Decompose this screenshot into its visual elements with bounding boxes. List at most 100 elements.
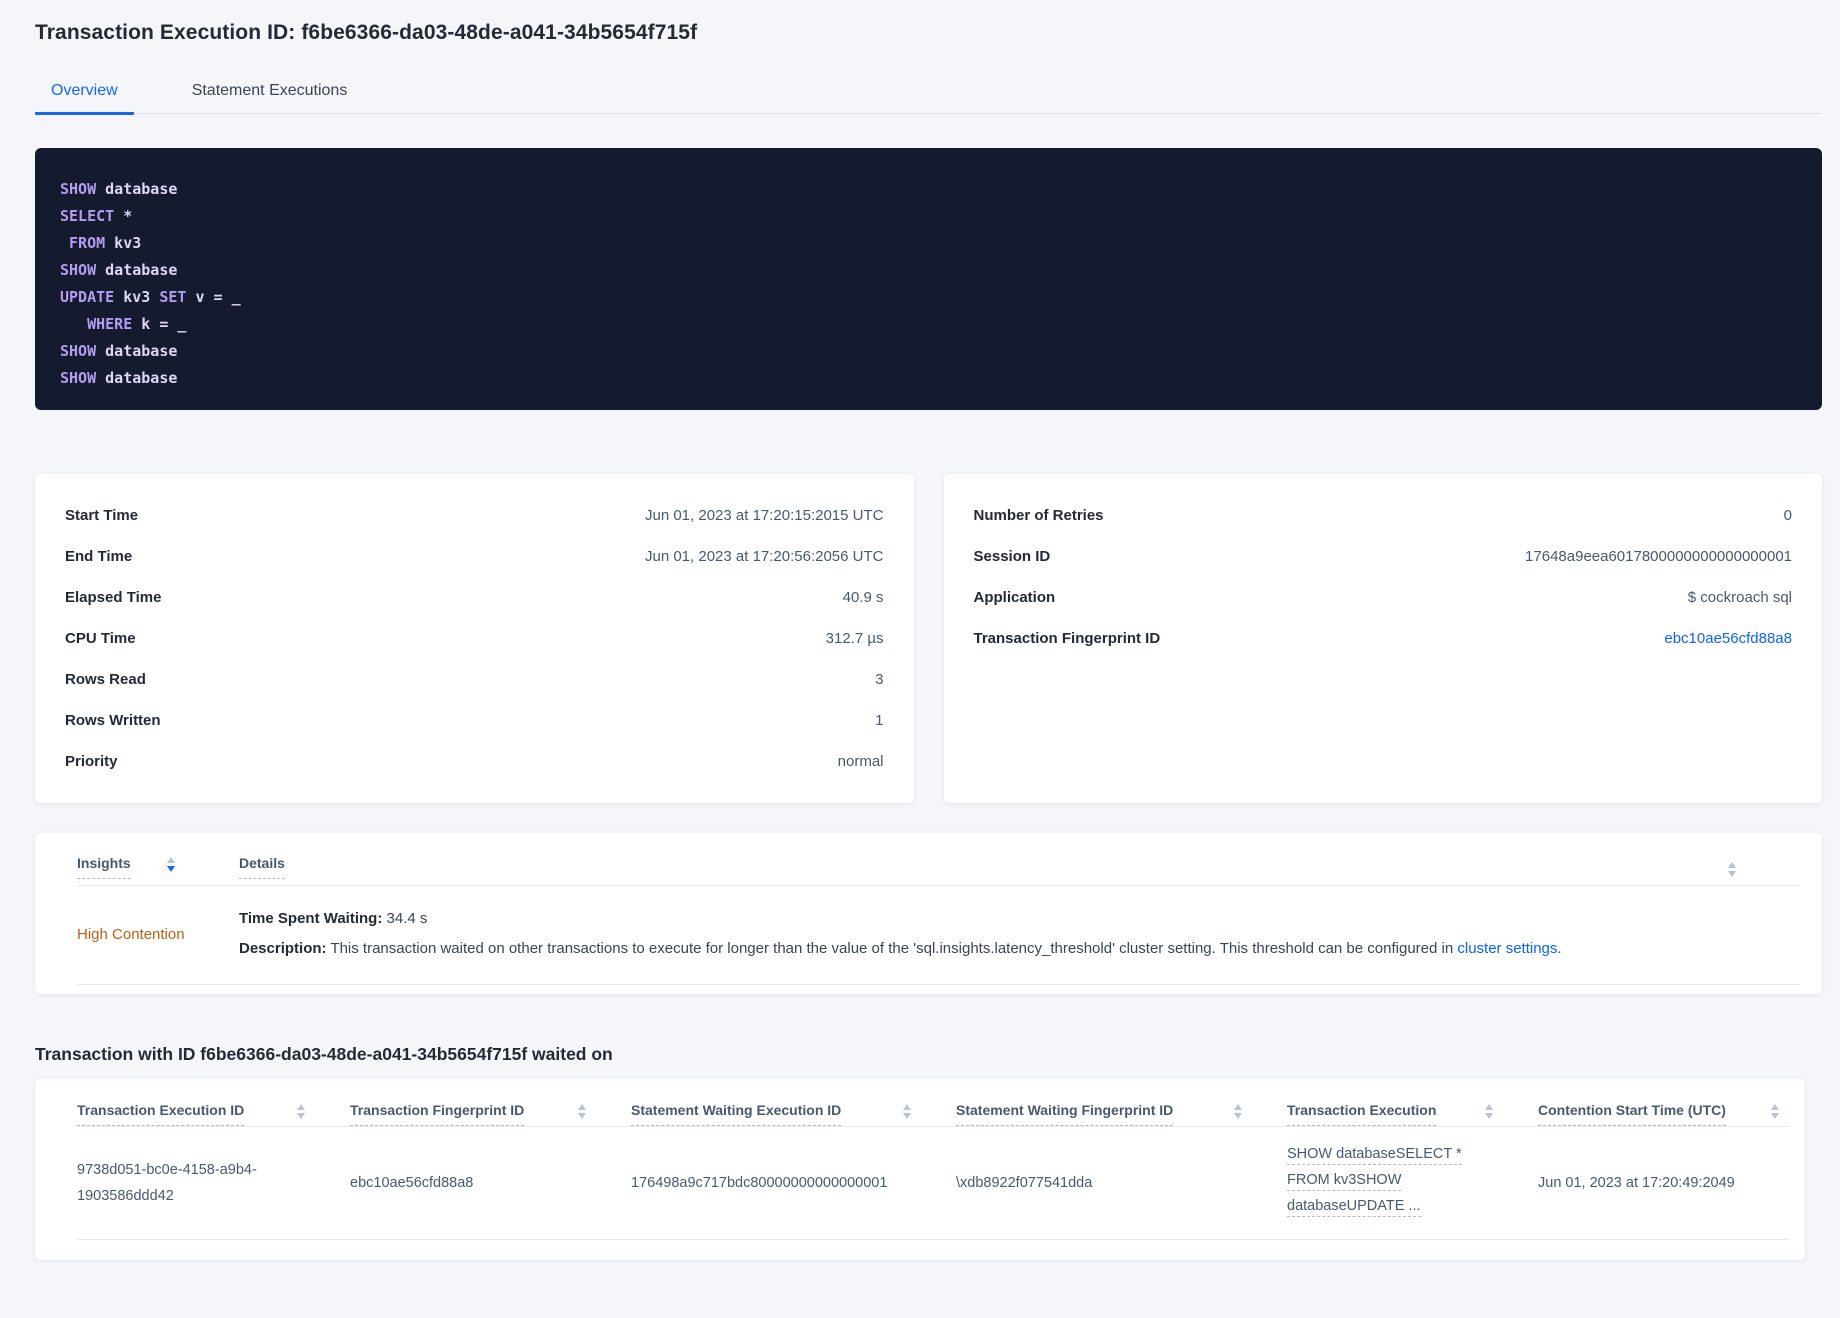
transaction-execution-link[interactable]: SHOW databaseSELECT * bbox=[1287, 1144, 1462, 1165]
sort-arrows-icon[interactable] bbox=[166, 857, 175, 879]
sort-arrows-icon[interactable] bbox=[1485, 1104, 1493, 1126]
cell-transaction-fingerprint-id: ebc10ae56cfd88a8 bbox=[350, 1175, 474, 1191]
column-label[interactable]: Contention Start Time (UTC) bbox=[1538, 1102, 1726, 1126]
elapsed-time-row: Elapsed Time 40.9 s bbox=[65, 577, 884, 618]
column-label[interactable]: Transaction Execution bbox=[1287, 1102, 1437, 1126]
transaction-execution-link[interactable]: FROM kv3SHOW bbox=[1287, 1170, 1402, 1191]
sort-arrows-icon[interactable] bbox=[578, 1104, 586, 1126]
insight-type-badge: High Contention bbox=[77, 925, 185, 943]
session-id-label: Session ID bbox=[973, 548, 1051, 565]
column-header-statement-waiting-fingerprint-id[interactable]: Statement Waiting Fingerprint ID bbox=[956, 1102, 1287, 1126]
description-line: Description: This transaction waited on … bbox=[239, 934, 1562, 964]
column-label[interactable]: Statement Waiting Fingerprint ID bbox=[956, 1102, 1174, 1126]
insight-row: High Contention Time Spent Waiting: 34.4… bbox=[77, 886, 1800, 984]
sql-token: SHOW bbox=[60, 369, 97, 387]
column-header-transaction-execution[interactable]: Transaction Execution bbox=[1287, 1102, 1538, 1126]
sql-token: database bbox=[96, 342, 178, 360]
cluster-settings-link[interactable]: cluster settings bbox=[1457, 940, 1557, 957]
waited-on-heading: Transaction with ID f6be6366-da03-48de-a… bbox=[35, 1044, 613, 1064]
sort-arrows-icon[interactable] bbox=[1234, 1104, 1242, 1126]
transaction-fingerprint-link[interactable]: ebc10ae56cfd88a8 bbox=[1664, 630, 1792, 647]
sql-token: k = _ bbox=[132, 315, 187, 333]
cpu-time-value: 312.7 µs bbox=[825, 630, 884, 647]
rows-read-row: Rows Read 3 bbox=[65, 659, 884, 700]
table-row: 9738d051-bc0e-4158-a9b4-1903586ddd42 ebc… bbox=[77, 1127, 1789, 1239]
start-time-label: Start Time bbox=[65, 507, 139, 524]
sql-token: database bbox=[96, 261, 178, 279]
waited-on-table: Transaction Execution ID Transaction Fin… bbox=[35, 1079, 1805, 1260]
sql-token: WHERE bbox=[87, 315, 133, 333]
sort-desc-icon bbox=[903, 1113, 911, 1119]
rows-written-value: 1 bbox=[875, 712, 884, 729]
transaction-fingerprint-row: Transaction Fingerprint ID ebc10ae56cfd8… bbox=[974, 618, 1793, 659]
retries-label: Number of Retries bbox=[973, 507, 1104, 524]
rows-written-label: Rows Written bbox=[65, 712, 161, 729]
cell-contention-start-time: Jun 01, 2023 at 17:20:49:2049 bbox=[1538, 1175, 1735, 1191]
elapsed-time-label: Elapsed Time bbox=[65, 589, 162, 606]
sql-token: SHOW bbox=[60, 342, 97, 360]
sql-token: * bbox=[114, 207, 133, 225]
sort-arrows-icon[interactable] bbox=[297, 1104, 305, 1126]
execution-details-card: Start Time Jun 01, 2023 at 17:20:15:2015… bbox=[35, 474, 914, 803]
priority-row: Priority normal bbox=[65, 741, 884, 782]
tab-bar: Overview Statement Executions bbox=[35, 76, 1822, 115]
divider bbox=[77, 984, 1800, 985]
column-label[interactable]: Transaction Fingerprint ID bbox=[350, 1102, 525, 1126]
transaction-fingerprint-label: Transaction Fingerprint ID bbox=[973, 630, 1161, 647]
table-footer-spacer bbox=[77, 1240, 1789, 1260]
sql-statements-box: SHOW database SELECT * FROM kv3 SHOW dat… bbox=[35, 148, 1822, 410]
sort-desc-icon bbox=[1485, 1113, 1493, 1119]
column-label[interactable]: Transaction Execution ID bbox=[77, 1102, 245, 1126]
sql-token: UPDATE bbox=[60, 288, 115, 306]
insights-card: Insights Details High Contention Time Sp… bbox=[35, 833, 1822, 994]
start-time-row: Start Time Jun 01, 2023 at 17:20:15:2015… bbox=[65, 495, 884, 536]
sort-arrows-icon[interactable] bbox=[1728, 862, 1736, 877]
sql-line: SHOW database bbox=[60, 338, 1798, 365]
details-column-label[interactable]: Details bbox=[239, 855, 285, 879]
insights-sort-control[interactable] bbox=[1692, 855, 1800, 877]
description-label: Description: bbox=[239, 940, 327, 957]
sql-token: kv3 bbox=[114, 288, 160, 306]
elapsed-time-value: 40.9 s bbox=[842, 589, 884, 606]
details-column-header[interactable]: Details bbox=[239, 855, 285, 879]
description-suffix: . bbox=[1557, 940, 1562, 957]
insights-table-header: Insights Details bbox=[77, 855, 1800, 879]
tab-overview[interactable]: Overview bbox=[35, 76, 134, 115]
sql-line: WHERE k = _ bbox=[60, 311, 1798, 338]
sql-line: FROM kv3 bbox=[60, 230, 1798, 257]
sql-token: SELECT bbox=[60, 207, 115, 225]
time-spent-waiting-label: Time Spent Waiting: bbox=[239, 910, 383, 927]
transaction-execution-link[interactable]: databaseUPDATE ... bbox=[1287, 1196, 1421, 1217]
column-header-transaction-fingerprint-id[interactable]: Transaction Fingerprint ID bbox=[350, 1102, 631, 1126]
insight-details: Time Spent Waiting: 34.4 s Description: … bbox=[239, 904, 1562, 964]
insights-column-label[interactable]: Insights bbox=[77, 855, 131, 879]
sql-line: SHOW database bbox=[60, 365, 1798, 392]
retries-value: 0 bbox=[1783, 507, 1792, 524]
sort-arrows-icon[interactable] bbox=[903, 1104, 911, 1126]
session-id-row: Session ID 17648a9eea6017800000000000000… bbox=[974, 536, 1793, 577]
sql-token: SHOW bbox=[60, 261, 97, 279]
sort-arrows-icon[interactable] bbox=[1771, 1104, 1779, 1126]
sort-asc-icon bbox=[297, 1104, 305, 1110]
priority-value: normal bbox=[837, 753, 884, 770]
cell-transaction-execution-id: 9738d051-bc0e-4158-a9b4-1903586ddd42 bbox=[77, 1157, 350, 1209]
transaction-details-page: Transaction Execution ID: f6be6366-da03-… bbox=[0, 0, 1840, 1260]
sql-line: SELECT * bbox=[60, 203, 1798, 230]
sql-token: database bbox=[96, 180, 178, 198]
insights-column-header[interactable]: Insights bbox=[77, 855, 239, 879]
tab-statement-executions[interactable]: Statement Executions bbox=[176, 76, 364, 115]
tab-overview-label: Overview bbox=[51, 82, 118, 99]
page-title: Transaction Execution ID: f6be6366-da03-… bbox=[35, 21, 698, 44]
column-header-transaction-execution-id[interactable]: Transaction Execution ID bbox=[77, 1102, 350, 1126]
rows-read-label: Rows Read bbox=[65, 671, 146, 688]
end-time-row: End Time Jun 01, 2023 at 17:20:56:2056 U… bbox=[65, 536, 884, 577]
transaction-execution-id-value: 9738d051-bc0e-4158-a9b4-1903586ddd42 bbox=[77, 1162, 257, 1204]
sql-line: UPDATE kv3 SET v = _ bbox=[60, 284, 1798, 311]
time-spent-waiting-line: Time Spent Waiting: 34.4 s bbox=[239, 904, 1562, 934]
retries-row: Number of Retries 0 bbox=[974, 495, 1793, 536]
column-header-contention-start-time[interactable]: Contention Start Time (UTC) bbox=[1538, 1102, 1789, 1126]
column-label[interactable]: Statement Waiting Execution ID bbox=[631, 1102, 842, 1126]
column-header-statement-waiting-execution-id[interactable]: Statement Waiting Execution ID bbox=[631, 1102, 956, 1126]
time-spent-waiting-value: 34.4 s bbox=[382, 910, 428, 927]
application-value: $ cockroach sql bbox=[1687, 589, 1792, 606]
